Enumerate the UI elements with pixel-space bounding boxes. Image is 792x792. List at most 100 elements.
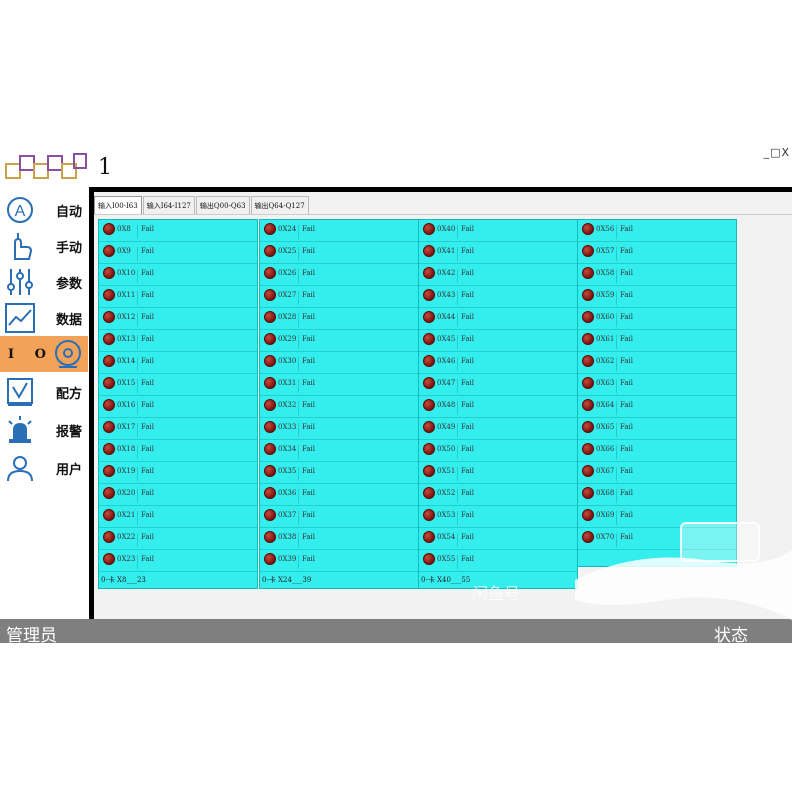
io-column-footer: 0-卡 X24___39 bbox=[262, 576, 312, 584]
io-point-name: 0X29 bbox=[278, 335, 299, 349]
nav-item-io[interactable]: I O bbox=[0, 336, 88, 372]
nav-item-data[interactable]: 数据 bbox=[0, 300, 88, 336]
nav-item-alarm[interactable]: 报警 bbox=[0, 412, 88, 448]
io-row: 0X53 Fail bbox=[419, 506, 577, 528]
io-point-name: 0X68 bbox=[596, 489, 617, 503]
status-led-icon bbox=[582, 333, 594, 345]
io-point-status: Fail bbox=[141, 533, 155, 541]
nav-label-io: I O bbox=[8, 346, 54, 362]
status-led-icon bbox=[423, 267, 435, 279]
status-led-icon bbox=[103, 289, 115, 301]
status-led-icon bbox=[264, 267, 276, 279]
io-point-status: Fail bbox=[302, 511, 316, 519]
status-led-icon bbox=[264, 487, 276, 499]
window-controls[interactable]: _□X bbox=[764, 146, 790, 159]
io-row: 0X33 Fail bbox=[260, 418, 418, 440]
hand-pointer-icon bbox=[4, 230, 36, 262]
nav-item-auto[interactable]: A 自动 bbox=[0, 192, 88, 228]
io-row: 0X45 Fail bbox=[419, 330, 577, 352]
io-point-name: 0X34 bbox=[278, 445, 299, 459]
io-point-name: 0X45 bbox=[437, 335, 458, 349]
io-point-status: Fail bbox=[620, 423, 634, 431]
io-point-status: Fail bbox=[620, 467, 634, 475]
io-point-status: Fail bbox=[302, 225, 316, 233]
status-led-icon bbox=[582, 245, 594, 257]
io-point-name: 0X60 bbox=[596, 313, 617, 327]
io-point-status: Fail bbox=[141, 555, 155, 563]
io-point-name: 0X19 bbox=[117, 467, 138, 481]
io-row: 0X20 Fail bbox=[99, 484, 257, 506]
io-point-status: Fail bbox=[141, 489, 155, 497]
io-point-status: Fail bbox=[302, 423, 316, 431]
io-point-status: Fail bbox=[620, 379, 634, 387]
io-point-status: Fail bbox=[461, 291, 475, 299]
io-row: 0X27 Fail bbox=[260, 286, 418, 308]
io-point-status: Fail bbox=[620, 489, 634, 497]
status-led-icon bbox=[423, 355, 435, 367]
io-point-status: Fail bbox=[461, 225, 475, 233]
status-led-icon bbox=[423, 289, 435, 301]
status-led-icon bbox=[103, 509, 115, 521]
nav-item-recipe[interactable]: 配方 bbox=[0, 374, 88, 410]
io-point-name: 0X25 bbox=[278, 247, 299, 261]
status-led-icon bbox=[264, 465, 276, 477]
status-led-icon bbox=[103, 531, 115, 543]
status-led-icon bbox=[423, 399, 435, 411]
io-point-name: 0X24 bbox=[278, 225, 299, 239]
io-row: 0X43 Fail bbox=[419, 286, 577, 308]
io-row: 0X36 Fail bbox=[260, 484, 418, 506]
nav-item-manual[interactable]: 手动 bbox=[0, 228, 88, 264]
tab-input-i00-i63[interactable]: 输入I00-I63 bbox=[94, 196, 142, 215]
io-row: 0X64 Fail bbox=[578, 396, 736, 418]
io-point-status: Fail bbox=[302, 379, 316, 387]
io-point-status: Fail bbox=[302, 467, 316, 475]
line-chart-icon bbox=[4, 302, 36, 334]
io-row: 0X31 Fail bbox=[260, 374, 418, 396]
status-led-icon bbox=[582, 421, 594, 433]
io-point-name: 0X14 bbox=[117, 357, 138, 371]
status-led-icon bbox=[423, 311, 435, 323]
io-point-status: Fail bbox=[620, 247, 634, 255]
io-point-status: Fail bbox=[141, 445, 155, 453]
io-point-name: 0X67 bbox=[596, 467, 617, 481]
io-point-status: Fail bbox=[461, 423, 475, 431]
io-point-status: Fail bbox=[141, 247, 155, 255]
io-point-status: Fail bbox=[461, 269, 475, 277]
status-led-icon bbox=[264, 421, 276, 433]
io-point-name: 0X51 bbox=[437, 467, 458, 481]
io-row: 0X63 Fail bbox=[578, 374, 736, 396]
nav-item-params[interactable]: 参数 bbox=[0, 264, 88, 300]
status-led-icon bbox=[582, 377, 594, 389]
io-row: 0X66 Fail bbox=[578, 440, 736, 462]
status-led-icon bbox=[582, 223, 594, 235]
status-led-icon bbox=[264, 311, 276, 323]
io-row: 0X38 Fail bbox=[260, 528, 418, 550]
status-led-icon bbox=[103, 267, 115, 279]
status-led-icon bbox=[423, 509, 435, 521]
status-led-icon bbox=[103, 465, 115, 477]
status-led-icon bbox=[423, 245, 435, 257]
io-row: 0X65 Fail bbox=[578, 418, 736, 440]
status-led-icon bbox=[423, 223, 435, 235]
io-row: 0X49 Fail bbox=[419, 418, 577, 440]
tab-output-q64-q127[interactable]: 输出Q64-Q127 bbox=[250, 196, 309, 215]
io-point-name: 0X48 bbox=[437, 401, 458, 415]
io-row: 0X24 Fail bbox=[260, 220, 418, 242]
tab-input-i64-i127[interactable]: 输入I64-I127 bbox=[142, 196, 195, 215]
io-row: 0X25 Fail bbox=[260, 242, 418, 264]
status-led-icon bbox=[264, 289, 276, 301]
status-led-icon bbox=[423, 531, 435, 543]
io-point-name: 0X50 bbox=[437, 445, 458, 459]
io-point-status: Fail bbox=[461, 467, 475, 475]
status-led-icon bbox=[103, 421, 115, 433]
io-point-name: 0X28 bbox=[278, 313, 299, 327]
io-point-status: Fail bbox=[461, 357, 475, 365]
nav-label-data: 数据 bbox=[56, 312, 83, 328]
tab-divider bbox=[94, 214, 792, 215]
io-point-name: 0X64 bbox=[596, 401, 617, 415]
checklist-icon bbox=[4, 376, 36, 408]
tab-output-q00-q63[interactable]: 输出Q00-Q63 bbox=[195, 196, 250, 215]
io-row: 0X41 Fail bbox=[419, 242, 577, 264]
io-point-status: Fail bbox=[461, 401, 475, 409]
nav-item-user[interactable]: 用户 bbox=[0, 450, 88, 486]
